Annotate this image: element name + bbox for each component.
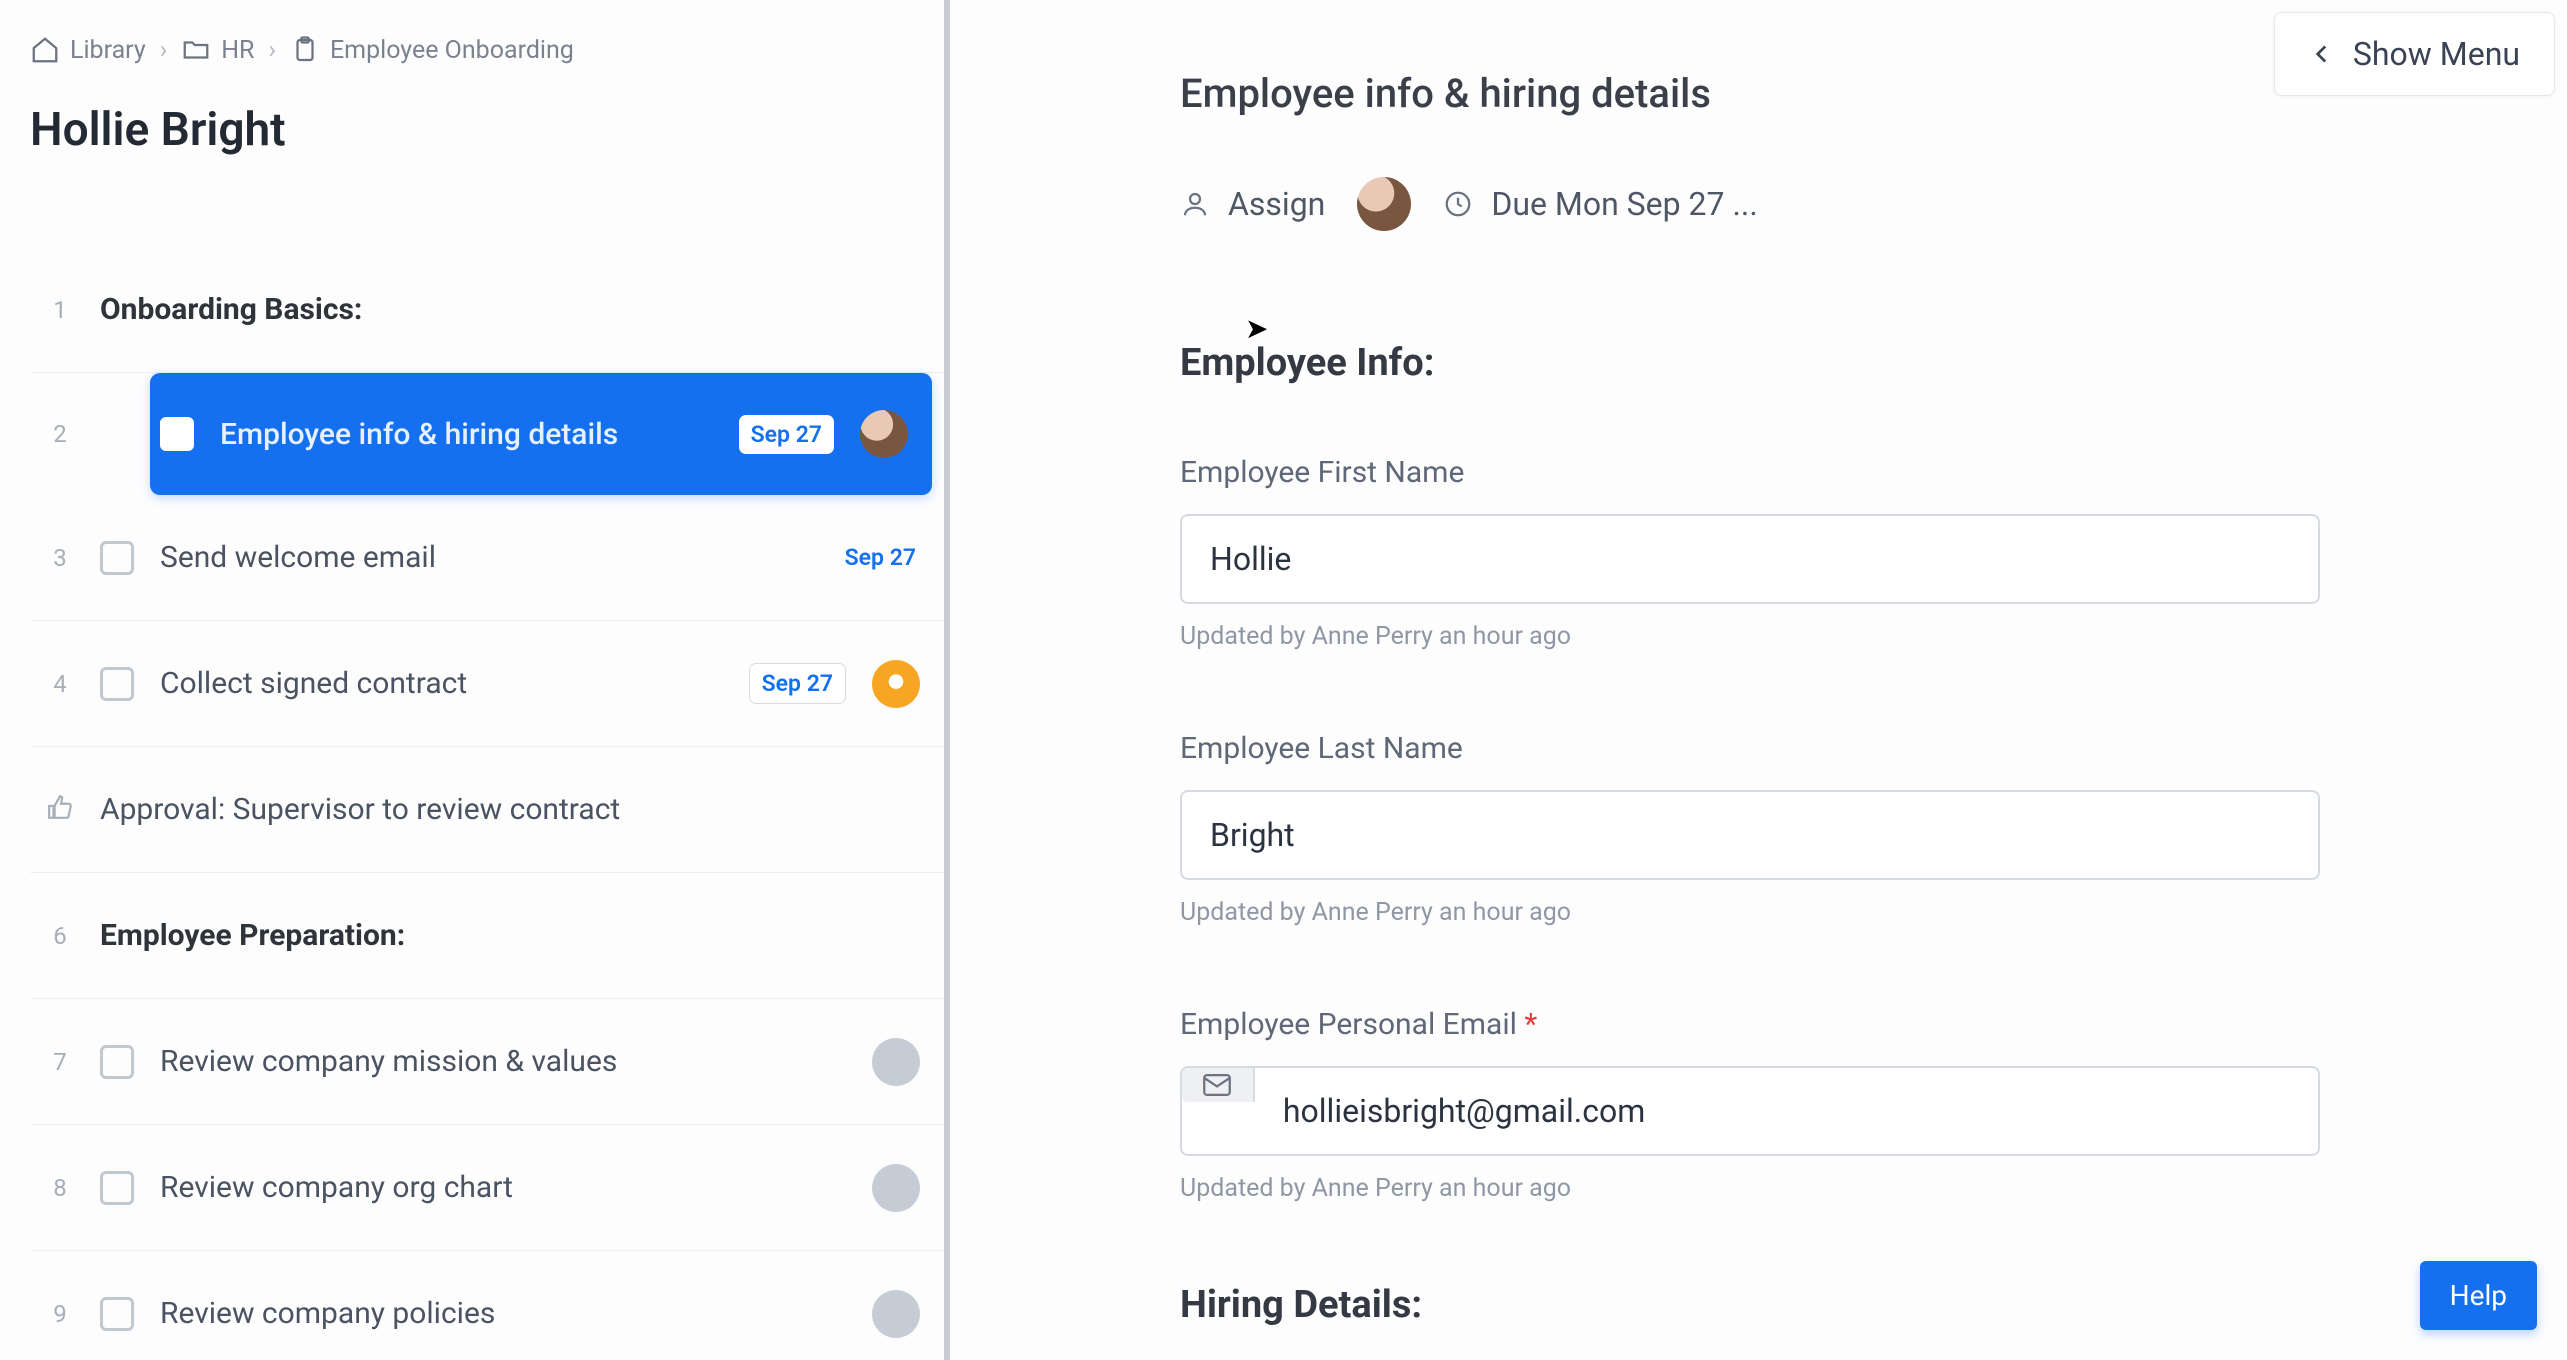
step-employee-info[interactable]: Employee info & hiring details Sep 27: [150, 373, 932, 495]
step-checkbox[interactable]: [160, 417, 194, 451]
step-approval-supervisor[interactable]: Approval: Supervisor to review contract: [30, 747, 944, 873]
field-label-text: Employee Personal Email: [1180, 1007, 1517, 1042]
clock-icon: [1443, 189, 1473, 219]
step-review-mission-values[interactable]: 7 Review company mission & values: [30, 999, 944, 1125]
breadcrumb: Library › HR › Employee Onboarding: [30, 35, 944, 65]
step-label: Send welcome email: [160, 540, 815, 575]
breadcrumb-library[interactable]: Library: [30, 35, 146, 65]
assignee-avatar[interactable]: [872, 1290, 920, 1338]
folder-icon: [181, 35, 211, 65]
app-root: Library › HR › Employee Onboarding Holli…: [0, 0, 2567, 1360]
step-number: 2: [30, 373, 90, 495]
step-label: Collect signed contract: [160, 666, 723, 701]
step-row-active-wrap: 2 Employee info & hiring details Sep 27: [30, 373, 944, 495]
step-review-company-policies[interactable]: 9 Review company policies: [30, 1251, 944, 1360]
first-name-input-wrap[interactable]: [1180, 514, 2320, 604]
field-label: Employee Last Name: [1180, 731, 2447, 766]
clipboard-icon: [290, 35, 320, 65]
breadcrumb-library-label: Library: [70, 36, 146, 65]
step-due-date[interactable]: Sep 27: [739, 415, 834, 454]
step-label: Review company mission & values: [160, 1044, 846, 1079]
step-checkbox[interactable]: [100, 1297, 134, 1331]
field-label: Employee Personal Email *: [1180, 1007, 2447, 1042]
step-label: Approval: Supervisor to review contract: [100, 792, 920, 827]
step-review-org-chart[interactable]: 8 Review company org chart: [30, 1125, 944, 1251]
show-menu-label: Show Menu: [2353, 35, 2520, 73]
chevron-right-icon: ›: [268, 36, 276, 65]
step-label: Review company org chart: [160, 1170, 846, 1205]
field-updated-meta: Updated by Anne Perry an hour ago: [1180, 622, 2447, 651]
assignee-avatar[interactable]: [860, 410, 908, 458]
step-checkbox[interactable]: [100, 541, 134, 575]
step-collect-signed-contract[interactable]: 4 Collect signed contract Sep 27: [30, 621, 944, 747]
step-list: 1 Onboarding Basics: 2 Employee info & h…: [30, 247, 944, 1360]
show-menu-button[interactable]: Show Menu: [2274, 12, 2555, 96]
email-input[interactable]: [1283, 1092, 2290, 1130]
step-send-welcome-email[interactable]: 3 Send welcome email Sep 27: [30, 495, 944, 621]
user-icon: [1180, 189, 1210, 219]
thumbs-up-icon: [30, 794, 90, 826]
envelope-icon: [1182, 1068, 1255, 1102]
step-heading-label: Employee Preparation:: [90, 918, 920, 953]
section-hiring-details: Hiring Details:: [1180, 1283, 2447, 1327]
step-checkbox[interactable]: [100, 1171, 134, 1205]
detail-meta-row: Assign Due Mon Sep 27 ...: [1180, 177, 2447, 231]
breadcrumb-template[interactable]: Employee Onboarding: [290, 35, 574, 65]
step-number: 7: [30, 1048, 90, 1076]
step-number: 8: [30, 1174, 90, 1202]
breadcrumb-hr[interactable]: HR: [181, 35, 254, 65]
detail-title: Employee info & hiring details: [1180, 70, 2447, 117]
last-name-input-wrap[interactable]: [1180, 790, 2320, 880]
field-label: Employee First Name: [1180, 455, 2447, 490]
step-checkbox[interactable]: [100, 667, 134, 701]
step-number: 1: [30, 296, 90, 324]
assignee-avatar[interactable]: [872, 1038, 920, 1086]
required-marker: *: [1524, 1007, 1537, 1042]
due-date-label: Due Mon Sep 27 ...: [1491, 185, 1757, 223]
step-due-date[interactable]: Sep 27: [841, 538, 920, 577]
first-name-input[interactable]: [1210, 540, 2290, 578]
breadcrumb-hr-label: HR: [221, 36, 254, 65]
email-input-wrap[interactable]: [1180, 1066, 2320, 1156]
due-date-button[interactable]: Due Mon Sep 27 ...: [1443, 185, 1757, 223]
assign-button[interactable]: Assign: [1180, 185, 1325, 223]
assignee-avatar[interactable]: [1357, 177, 1411, 231]
step-number: 6: [30, 922, 90, 950]
page-title: Hollie Bright: [30, 103, 944, 157]
step-label: Review company policies: [160, 1296, 846, 1331]
step-heading-employee-preparation: 6 Employee Preparation:: [30, 873, 944, 999]
assignee-avatar[interactable]: [872, 660, 920, 708]
chevron-right-icon: ›: [160, 36, 168, 65]
assignee-avatar[interactable]: [872, 1164, 920, 1212]
section-employee-info: Employee Info:: [1180, 341, 2447, 385]
help-button[interactable]: Help: [2420, 1261, 2537, 1330]
step-number: 4: [30, 670, 90, 698]
chevron-left-icon: [2309, 41, 2335, 67]
step-number: 9: [30, 1300, 90, 1328]
step-checkbox[interactable]: [100, 1045, 134, 1079]
field-last-name: Employee Last Name Updated by Anne Perry…: [1180, 731, 2447, 927]
field-updated-meta: Updated by Anne Perry an hour ago: [1180, 1174, 2447, 1203]
field-updated-meta: Updated by Anne Perry an hour ago: [1180, 898, 2447, 927]
breadcrumb-template-label: Employee Onboarding: [330, 36, 574, 65]
home-icon: [30, 35, 60, 65]
step-heading-label: Onboarding Basics:: [90, 292, 920, 327]
assign-label: Assign: [1228, 185, 1325, 223]
field-email: Employee Personal Email * Updated by Ann…: [1180, 1007, 2447, 1203]
step-number: 3: [30, 544, 90, 572]
step-due-date[interactable]: Sep 27: [749, 663, 846, 704]
step-heading-onboarding-basics: 1 Onboarding Basics:: [30, 247, 944, 373]
sidebar: Library › HR › Employee Onboarding Holli…: [0, 0, 950, 1360]
field-first-name: Employee First Name Updated by Anne Perr…: [1180, 455, 2447, 651]
last-name-input[interactable]: [1210, 816, 2290, 854]
detail-panel: Employee info & hiring details Assign Du…: [950, 0, 2567, 1360]
step-label: Employee info & hiring details: [220, 417, 713, 452]
